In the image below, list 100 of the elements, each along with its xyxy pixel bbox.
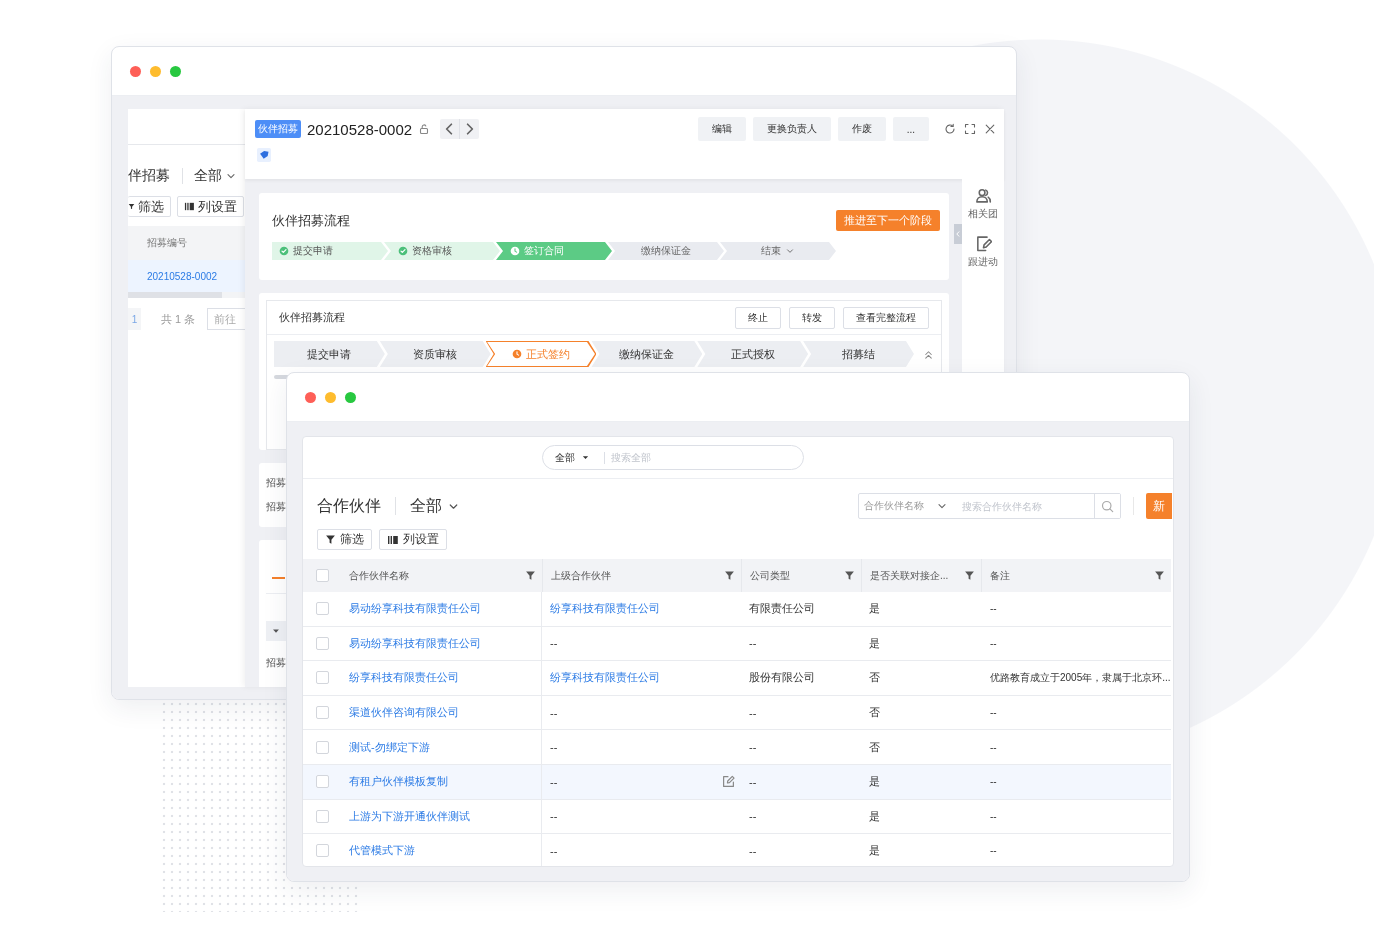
table-cell: -- bbox=[990, 741, 997, 753]
view-dropdown[interactable]: 全部 bbox=[194, 167, 237, 185]
filter-button[interactable]: 筛选 bbox=[128, 196, 171, 217]
row-checkbox[interactable] bbox=[316, 636, 329, 650]
tag-icon[interactable] bbox=[257, 148, 271, 162]
table-row[interactable]: 易动纷享科技有限责任公司 -- -- 是 -- bbox=[303, 626, 1171, 662]
action-button[interactable]: 更换负责人 bbox=[752, 117, 831, 141]
clock-icon bbox=[512, 349, 523, 359]
table-cell: 是 bbox=[869, 774, 880, 790]
team-icon[interactable] bbox=[974, 187, 992, 204]
filter-icon[interactable] bbox=[724, 570, 735, 581]
view-dropdown[interactable]: 全部 bbox=[410, 495, 460, 517]
side-label[interactable]: 跟进动 bbox=[968, 255, 998, 269]
column-settings-button[interactable]: 列设置 bbox=[177, 196, 244, 217]
partner-link[interactable]: 易动纷享科技有限责任公司 bbox=[349, 601, 481, 617]
maximize-button[interactable] bbox=[345, 391, 356, 403]
table-row[interactable]: 有租户伙伴模板复制 -- -- 是 -- bbox=[303, 764, 1171, 800]
table-cell: -- bbox=[749, 810, 757, 823]
partner-link[interactable]: 上游为下游开通伙伴测试 bbox=[349, 808, 470, 824]
field-label: 招募 bbox=[266, 656, 286, 670]
table-row[interactable]: 易动纷享科技有限责任公司 纷享科技有限责任公司 有限责任公司 是 -- bbox=[303, 592, 1171, 627]
partner-link[interactable]: 纷享科技有限责任公司 bbox=[550, 601, 660, 617]
partner-link[interactable]: 纷享科技有限责任公司 bbox=[349, 670, 459, 686]
row-checkbox[interactable] bbox=[316, 740, 329, 754]
table-cell: -- bbox=[990, 776, 997, 788]
collapse-icon[interactable] bbox=[923, 348, 934, 360]
stage-label: 结束 bbox=[761, 244, 781, 258]
action-button[interactable]: ... bbox=[892, 117, 929, 141]
fullscreen-icon[interactable] bbox=[964, 123, 976, 135]
action-button[interactable]: 编辑 bbox=[697, 117, 746, 141]
filter-button[interactable]: 筛选 bbox=[317, 529, 372, 550]
columns-icon bbox=[387, 533, 399, 546]
edit-note-icon[interactable] bbox=[974, 235, 992, 252]
table-cell: 优路教育成立于2005年，隶属于北京环... bbox=[990, 671, 1171, 685]
table-cell: -- bbox=[550, 706, 558, 719]
table-cell: 股份有限公司 bbox=[749, 670, 815, 686]
column-header: 公司类型 bbox=[750, 568, 790, 583]
partner-link[interactable]: 易动纷享科技有限责任公司 bbox=[349, 635, 481, 651]
filter-icon[interactable] bbox=[844, 570, 855, 581]
table-row[interactable]: 纷享科技有限责任公司 纷享科技有限责任公司 股份有限公司 否 优路教育成立于2005年，隶属于北京环... bbox=[303, 661, 1171, 696]
step-label: 招募结 bbox=[842, 346, 876, 362]
table-cell: 有限责任公司 bbox=[749, 601, 815, 617]
minimize-button[interactable] bbox=[325, 391, 336, 403]
row-checkbox[interactable] bbox=[316, 602, 329, 616]
close-button[interactable] bbox=[305, 391, 316, 403]
row-checkbox[interactable] bbox=[316, 706, 329, 720]
filter-icon[interactable] bbox=[964, 570, 975, 581]
column-settings-button[interactable]: 列设置 bbox=[379, 529, 447, 550]
table-cell: 是 bbox=[869, 843, 880, 859]
collapse-button[interactable] bbox=[266, 621, 286, 641]
table-row[interactable]: 测试-勿绑定下游 -- -- 否 -- bbox=[303, 730, 1171, 765]
partner-link[interactable]: 测试-勿绑定下游 bbox=[349, 739, 430, 755]
table-cell: -- bbox=[550, 775, 558, 788]
collapse-handle[interactable] bbox=[954, 224, 962, 244]
partner-link[interactable]: 代管模式下游 bbox=[349, 843, 415, 859]
table-cell: -- bbox=[749, 637, 757, 650]
table-cell: -- bbox=[550, 810, 558, 823]
close-button[interactable] bbox=[130, 65, 141, 77]
table-cell: 否 bbox=[869, 739, 880, 755]
column-header: 是否关联对接企... bbox=[870, 568, 949, 583]
filter-icon[interactable] bbox=[1154, 570, 1165, 581]
partner-link[interactable]: 渠道伙伴咨询有限公司 bbox=[349, 705, 459, 721]
table-row[interactable]: 20210528-0002 bbox=[128, 260, 245, 292]
action-button[interactable]: 作废 bbox=[837, 117, 886, 141]
table-cell: -- bbox=[550, 637, 558, 650]
step-label: 缴纳保证金 bbox=[619, 346, 675, 362]
search-button[interactable] bbox=[1094, 494, 1120, 518]
maximize-button[interactable] bbox=[170, 65, 181, 77]
edit-icon[interactable] bbox=[722, 775, 735, 789]
chevron-down-icon bbox=[785, 246, 795, 256]
scope-dropdown[interactable]: 全部 bbox=[555, 450, 590, 465]
table-row[interactable]: 渠道伙伴咨询有限公司 -- -- 否 -- bbox=[303, 695, 1171, 731]
filter-icon[interactable] bbox=[525, 570, 536, 581]
stage-label: 签订合同 bbox=[524, 244, 564, 258]
select-all-checkbox[interactable] bbox=[316, 569, 329, 582]
partner-link[interactable]: 纷享科技有限责任公司 bbox=[550, 670, 660, 686]
clock-icon bbox=[510, 246, 520, 256]
record-link[interactable]: 20210528-0002 bbox=[147, 270, 218, 282]
stage-label: 提交申请 bbox=[293, 244, 333, 258]
refresh-icon[interactable] bbox=[944, 123, 956, 135]
minimize-button[interactable] bbox=[150, 65, 161, 77]
row-checkbox[interactable] bbox=[316, 809, 329, 823]
row-checkbox[interactable] bbox=[316, 775, 329, 789]
partner-link[interactable]: 有租户伙伴模板复制 bbox=[349, 774, 448, 790]
table-row[interactable]: 上游为下游开通伙伴测试 -- -- 是 -- bbox=[303, 799, 1171, 835]
process-button[interactable]: 转发 bbox=[789, 306, 835, 329]
horizontal-scrollbar[interactable] bbox=[128, 292, 245, 298]
process-button[interactable]: 查看完整流程 bbox=[843, 306, 929, 329]
row-checkbox[interactable] bbox=[316, 844, 329, 858]
list-title: 伴招募 bbox=[128, 167, 170, 185]
process-button[interactable]: 终止 bbox=[735, 306, 781, 329]
table-cell: -- bbox=[990, 707, 997, 719]
field-label: 招募 bbox=[266, 476, 286, 490]
filter-icon bbox=[128, 203, 135, 210]
table-cell: 是 bbox=[869, 601, 880, 617]
stage-label: 缴纳保证金 bbox=[641, 244, 691, 258]
row-checkbox[interactable] bbox=[316, 671, 329, 685]
table-row[interactable]: 代管模式下游 -- -- 是 -- bbox=[303, 834, 1171, 866]
close-icon[interactable] bbox=[984, 123, 996, 135]
side-label[interactable]: 相关团 bbox=[968, 207, 998, 221]
